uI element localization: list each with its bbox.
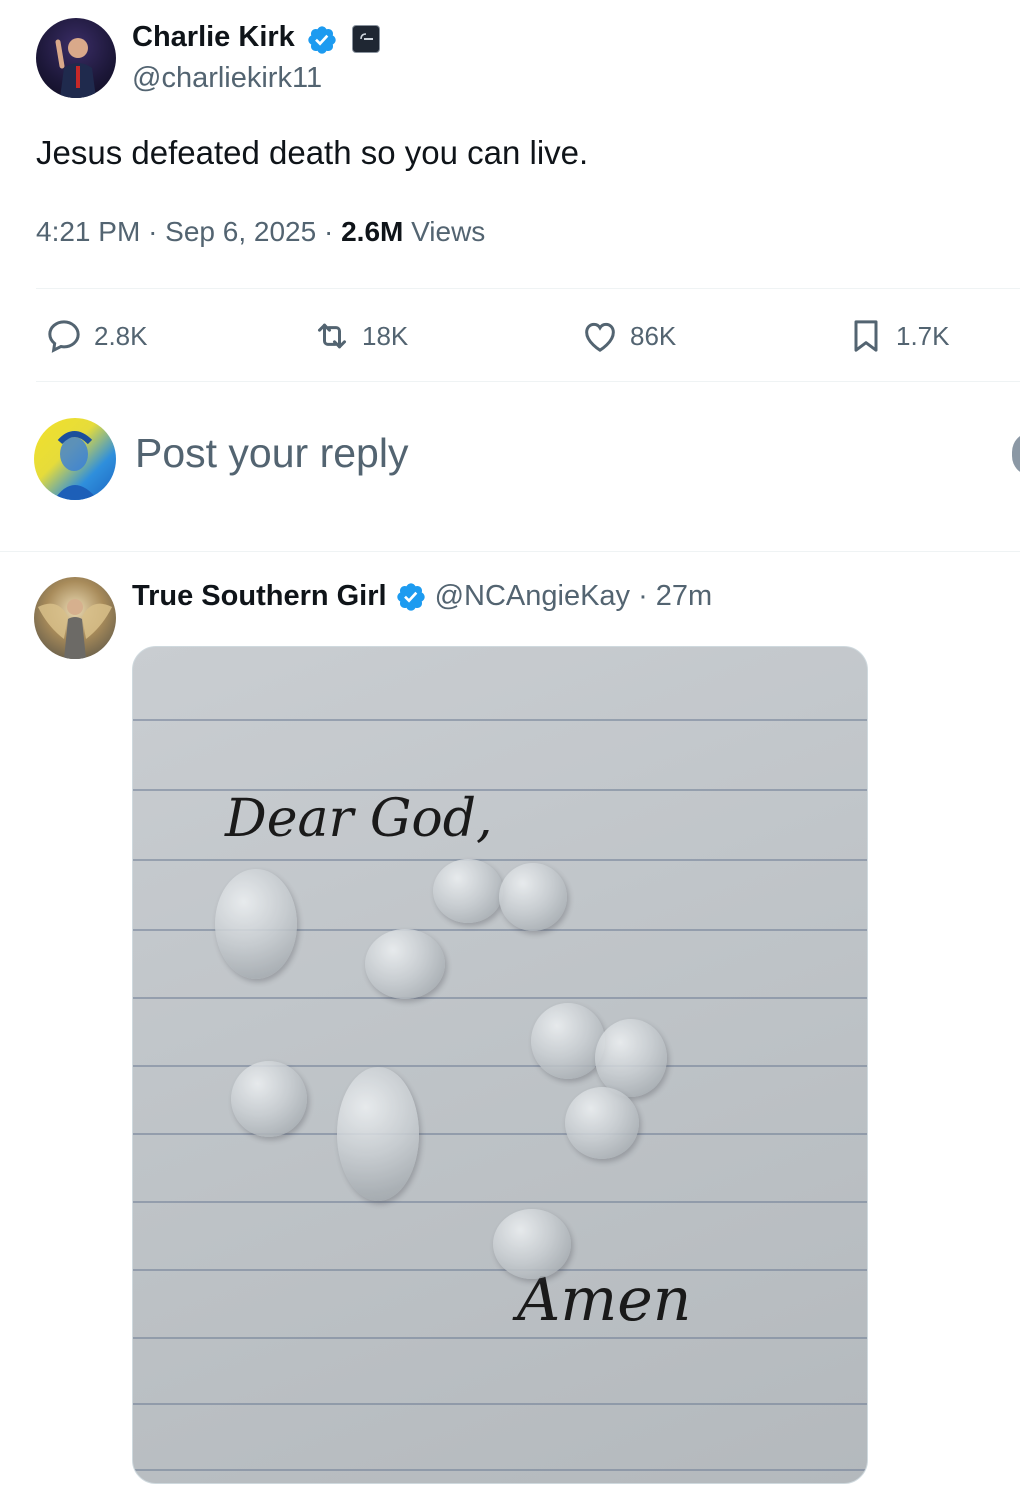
repost-count: 18K: [362, 320, 409, 351]
post-time[interactable]: 4:21 PM: [36, 216, 140, 247]
reply-icon: [48, 320, 80, 353]
like-count: 86K: [630, 320, 677, 351]
reply-button[interactable]: 2.8K: [44, 316, 148, 356]
author-handle[interactable]: @charliekirk11: [132, 62, 322, 95]
post-date[interactable]: Sep 6, 2025: [165, 216, 316, 247]
divider: [36, 381, 1020, 382]
bookmark-button[interactable]: 1.7K: [846, 316, 950, 356]
affiliate-badge-icon[interactable]: [352, 25, 380, 53]
tear-drop: [499, 863, 567, 931]
views-label: Views: [411, 216, 486, 247]
like-button[interactable]: 86K: [580, 316, 676, 356]
divider: [0, 551, 1020, 552]
meta-separator: ·: [148, 216, 158, 247]
tear-drop: [565, 1087, 639, 1159]
reply-header: True Southern Girl @NCAngieKay · 27m: [132, 580, 712, 613]
like-icon: [585, 322, 615, 352]
reply-author-name[interactable]: True Southern Girl: [132, 580, 387, 613]
reply-image[interactable]: Dear God, Amen: [132, 646, 868, 1484]
meta-separator: ·: [323, 216, 334, 247]
reply-age[interactable]: · 27m: [638, 580, 712, 613]
tear-drop: [433, 859, 503, 923]
author-avatar[interactable]: [36, 18, 116, 98]
reply-count: 2.8K: [94, 320, 148, 351]
divider: [36, 288, 1020, 289]
reply-submit-button[interactable]: [1012, 432, 1020, 476]
bookmark-icon: [854, 320, 878, 352]
views-count: 2.6M: [341, 216, 404, 247]
repost-button[interactable]: 18K: [312, 316, 408, 356]
tear-drop: [337, 1067, 419, 1201]
author-name[interactable]: Charlie Kirk: [132, 21, 295, 54]
tear-drop: [531, 1003, 605, 1079]
tear-drop: [231, 1061, 307, 1137]
post-meta: 4:21 PM · Sep 6, 2025 · 2.6M Views: [36, 216, 485, 248]
tear-drop: [493, 1209, 571, 1279]
tear-drop: [365, 929, 445, 999]
verified-badge-icon: [396, 582, 425, 611]
post-text: Jesus defeated death so you can live.: [36, 134, 589, 171]
repost-icon: [318, 323, 346, 349]
user-avatar[interactable]: [34, 418, 116, 500]
verified-badge-icon: [308, 26, 336, 54]
reply-input[interactable]: Post your reply: [135, 430, 408, 477]
tear-drop: [215, 869, 297, 979]
bookmark-count: 1.7K: [896, 320, 950, 351]
reply-author-handle[interactable]: @NCAngieKay: [435, 580, 630, 613]
tear-drop: [595, 1019, 667, 1097]
reply-author-avatar[interactable]: [34, 577, 116, 659]
handwritten-greeting: Dear God,: [225, 789, 493, 849]
